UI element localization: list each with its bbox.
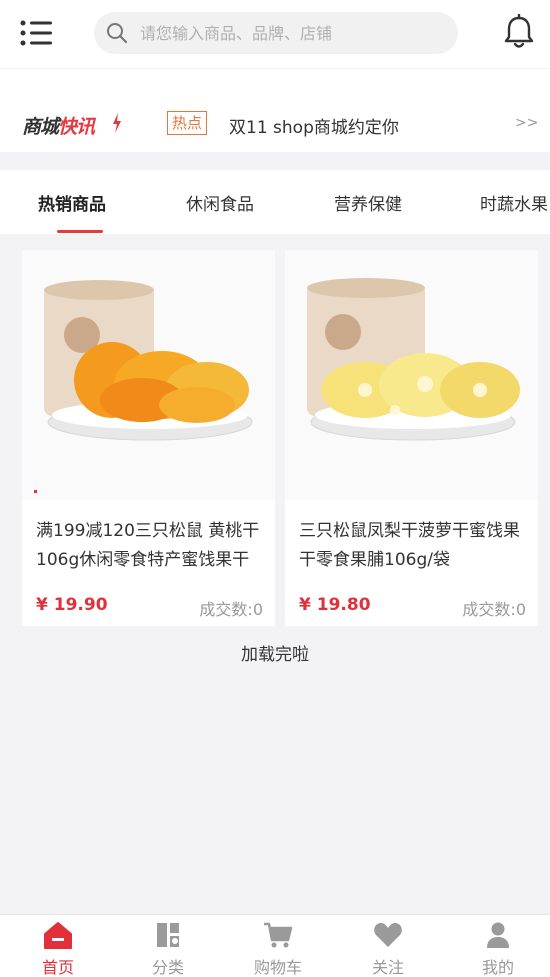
cart-icon	[264, 922, 293, 948]
load-complete-text: 加载完啦	[241, 645, 309, 665]
news-ticker: 商城快讯 热点 双11 shop商城约定你 >>	[0, 68, 550, 152]
product-title: 三只松鼠凤梨干菠萝干蜜饯果干零食果脯106g/袋	[299, 521, 520, 570]
search-input[interactable]	[140, 18, 440, 48]
bottom-tab-bar: 首页 分类 购物车 关注 我的	[0, 914, 550, 977]
tabbar-cart[interactable]: 购物车	[223, 915, 333, 977]
product-image	[22, 250, 275, 500]
tabbar-follow-label: 关注	[371, 958, 404, 977]
tabbar-mine[interactable]: 我的	[443, 915, 550, 977]
heart-icon	[374, 923, 402, 947]
tab-health[interactable]: 营养保健	[334, 190, 402, 215]
tab-fruits-vegetables[interactable]: 时蔬水果	[480, 190, 548, 215]
tabbar-category[interactable]: 分类	[113, 915, 223, 977]
product-title: 满199减120三只松鼠 黄桃干106g休闲零食特产蜜饯果干	[36, 521, 260, 570]
tabbar-home-label: 首页	[41, 958, 74, 977]
product-price: ¥ 19.80	[299, 595, 371, 615]
product-price: ¥ 19.90	[36, 595, 108, 615]
tabbar-cart-label: 购物车	[253, 958, 302, 977]
tab-snacks[interactable]: 休闲食品	[186, 190, 254, 215]
category-icon	[157, 923, 179, 947]
product-image	[285, 250, 538, 500]
product-sold-count: 成交数:0	[462, 600, 526, 619]
tabbar-home[interactable]: 首页	[3, 915, 113, 977]
user-icon	[487, 922, 509, 948]
active-tab-indicator	[57, 230, 103, 233]
home-icon	[44, 922, 72, 949]
bell-icon[interactable]	[502, 14, 536, 50]
search-icon	[107, 23, 128, 44]
category-tabs: 热销商品 休闲食品 营养保健 时蔬水果	[0, 170, 550, 234]
news-logo: 商城快讯	[22, 116, 95, 138]
tabbar-follow[interactable]: 关注	[333, 915, 443, 977]
lightning-icon	[113, 113, 121, 133]
tabbar-category-label: 分类	[151, 958, 184, 977]
menu-icon[interactable]	[20, 20, 54, 46]
product-card[interactable]: 三只松鼠凤梨干菠萝干蜜饯果干零食果脯106g/袋 ¥ 19.80 成交数:0	[285, 250, 538, 626]
product-sold-count: 成交数:0	[199, 600, 263, 619]
top-header	[0, 0, 550, 68]
search-bar[interactable]	[94, 12, 458, 54]
tab-hot-products[interactable]: 热销商品	[38, 190, 106, 215]
news-headline[interactable]: 双11 shop商城约定你	[229, 113, 399, 138]
product-card[interactable]: 满199减120三只松鼠 黄桃干106g休闲零食特产蜜饯果干 ¥ 19.90 成…	[22, 250, 275, 626]
hot-tag: 热点	[167, 111, 208, 135]
tabbar-mine-label: 我的	[481, 958, 514, 977]
news-more-link[interactable]: >>	[515, 115, 538, 131]
